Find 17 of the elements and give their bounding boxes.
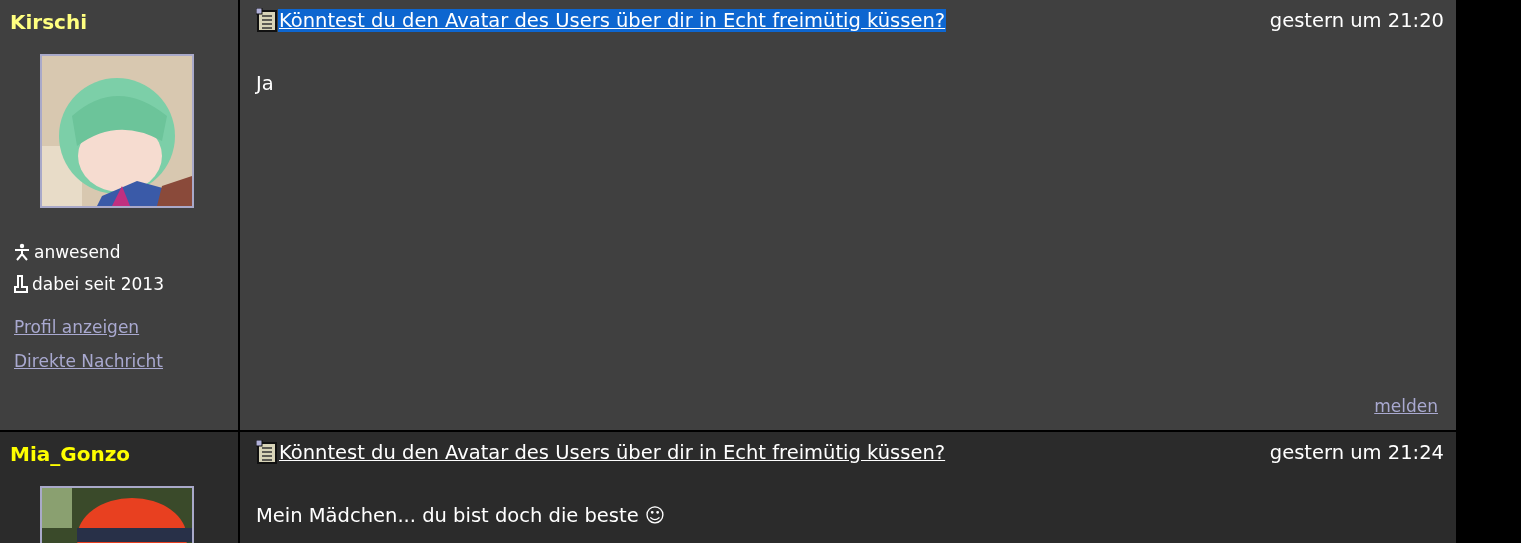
member-since: dabei seit 2013 [32, 274, 164, 294]
username[interactable]: Kirschi [10, 10, 88, 34]
post-title-link[interactable]: Könntest du den Avatar des Users über dir in Echt freimütig küssen? [278, 440, 947, 464]
post-body: Mein Mädchen... du bist doch die beste ☺ [256, 504, 666, 527]
document-icon [256, 440, 278, 464]
username[interactable]: Mia_Gonzo [10, 442, 131, 466]
post-time: gestern um 21:24 [1269, 440, 1444, 464]
profile-link[interactable]: Direkte Nachricht [14, 344, 163, 378]
person-icon [14, 243, 30, 261]
post-body: Ja [256, 72, 274, 95]
report-link[interactable]: melden [1374, 396, 1438, 416]
post-time: gestern um 21:20 [1269, 8, 1444, 32]
post-title-link[interactable]: Könntest du den Avatar des Users über dir in Echt freimütig küssen? [278, 8, 947, 32]
online-status: anwesend [34, 242, 121, 262]
document-icon [256, 8, 278, 32]
building-icon [14, 275, 28, 293]
profile-link[interactable]: Profil anzeigen [14, 310, 140, 344]
